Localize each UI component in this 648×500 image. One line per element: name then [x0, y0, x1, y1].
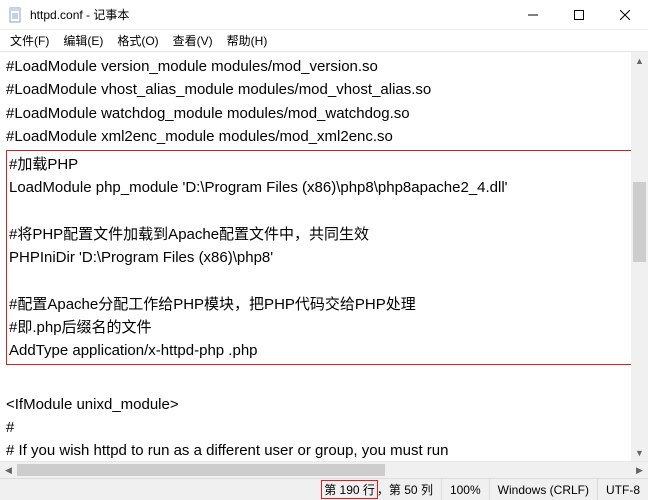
menu-edit[interactable]: 编辑(E) [57, 30, 109, 51]
minimize-button[interactable] [510, 0, 556, 30]
titlebar-left: httpd.conf - 记事本 [0, 6, 129, 23]
status-line: 第 190 行 [321, 480, 378, 499]
scroll-left-icon[interactable]: ◀ [0, 462, 17, 479]
titlebar: httpd.conf - 记事本 [0, 0, 648, 30]
scroll-h-thumb[interactable] [17, 464, 385, 476]
menu-help[interactable]: 帮助(H) [221, 30, 274, 51]
status-encoding: UTF-8 [597, 479, 648, 500]
editor-text-pre: #LoadModule version_module modules/mod_v… [6, 58, 431, 145]
scroll-v-track[interactable] [631, 69, 648, 444]
highlighted-block: #加载PHP LoadModule php_module 'D:\Program… [6, 150, 642, 365]
editor-text-highlight: #加载PHP LoadModule php_module 'D:\Program… [9, 156, 508, 359]
horizontal-scrollbar[interactable]: ◀ ▶ [0, 461, 648, 478]
scroll-v-thumb[interactable] [633, 182, 646, 262]
window-title: httpd.conf - 记事本 [30, 6, 129, 23]
maximize-button[interactable] [556, 0, 602, 30]
scroll-up-icon[interactable]: ▲ [631, 52, 648, 69]
menu-view[interactable]: 查看(V) [167, 30, 219, 51]
menu-file[interactable]: 文件(F) [4, 30, 55, 51]
vertical-scrollbar[interactable]: ▲ ▼ [631, 52, 648, 461]
status-zoom: 100% [441, 479, 489, 500]
window-controls [510, 0, 648, 30]
menu-format[interactable]: 格式(O) [111, 30, 164, 51]
scroll-h-track[interactable] [17, 462, 631, 478]
status-eol: Windows (CRLF) [489, 479, 597, 500]
text-editor[interactable]: #LoadModule version_module modules/mod_v… [0, 52, 648, 461]
content-area: #LoadModule version_module modules/mod_v… [0, 52, 648, 478]
menubar: 文件(F) 编辑(E) 格式(O) 查看(V) 帮助(H) [0, 30, 648, 52]
scroll-right-icon[interactable]: ▶ [631, 462, 648, 479]
statusbar: 第 190 行，第 50 列 100% Windows (CRLF) UTF-8 [0, 478, 648, 500]
close-button[interactable] [602, 0, 648, 30]
editor-text-post: <IfModule unixd_module> # # If you wish … [6, 396, 448, 462]
status-line-col: 第 190 行，第 50 列 [313, 479, 441, 500]
status-col: 第 50 列 [389, 481, 433, 498]
notepad-app-icon [8, 7, 24, 23]
scroll-down-icon[interactable]: ▼ [631, 444, 648, 461]
